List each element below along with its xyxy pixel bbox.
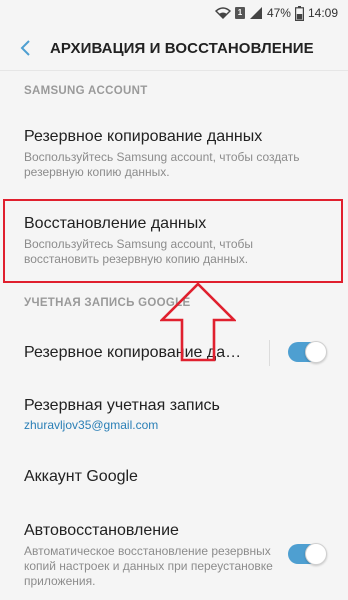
section-header-samsung: SAMSUNG ACCOUNT [24, 85, 148, 97]
back-button[interactable] [6, 26, 46, 70]
google-account-title: Аккаунт Google [24, 468, 138, 485]
google-backup-title: Резервное копирование да… [24, 344, 242, 361]
backup-account-title: Резервная учетная запись [24, 397, 220, 414]
signal-icon [249, 7, 263, 19]
google-account-item[interactable]: Аккаунт Google [0, 456, 348, 500]
header-divider [0, 70, 348, 71]
app-bar: АРХИВАЦИЯ И ВОССТАНОВЛЕНИЕ [0, 26, 348, 70]
samsung-backup-title: Резервное копирование данных [24, 128, 263, 145]
page-title: АРХИВАЦИЯ И ВОССТАНОВЛЕНИЕ [50, 39, 314, 57]
toggle-separator [269, 340, 270, 366]
samsung-restore-desc: Воспользуйтесь Samsung account, чтобы во… [24, 237, 254, 266]
battery-icon [294, 5, 304, 21]
samsung-backup-desc: Воспользуйтесь Samsung account, чтобы со… [24, 150, 300, 179]
google-backup-toggle[interactable] [288, 341, 327, 363]
section-header-google: УЧЕТНАЯ ЗАПИСЬ GOOGLE [24, 297, 191, 309]
clock: 14:09 [307, 6, 338, 20]
google-backup-item[interactable]: Резервное копирование да… [0, 330, 348, 374]
samsung-backup-item[interactable]: Резервное копирование данных Воспользуйт… [0, 114, 348, 190]
status-icons: 1 47% 14:09 [214, 4, 338, 22]
toggle-knob [305, 341, 327, 363]
auto-restore-toggle[interactable] [288, 543, 327, 565]
wifi-icon [214, 7, 231, 19]
sim-icon: 1 [234, 7, 245, 19]
auto-restore-item[interactable]: Автовосстановление Автоматическое восста… [0, 512, 348, 600]
samsung-restore-title: Восстановление данных [24, 215, 207, 232]
toggle-knob [305, 543, 327, 565]
samsung-restore-item[interactable]: Восстановление данных Воспользуйтесь Sam… [0, 200, 348, 280]
back-chevron-icon [20, 40, 30, 56]
backup-account-item[interactable]: Резервная учетная запись zhuravljov35@gm… [0, 388, 348, 444]
status-bar: 1 47% 14:09 [0, 0, 348, 26]
backup-account-email: zhuravljov35@gmail.com [24, 418, 159, 432]
auto-restore-title: Автовосстановление [24, 522, 179, 539]
auto-restore-desc: Автоматическое восстановление резервных … [24, 544, 273, 588]
battery-percent: 47% [266, 6, 291, 20]
